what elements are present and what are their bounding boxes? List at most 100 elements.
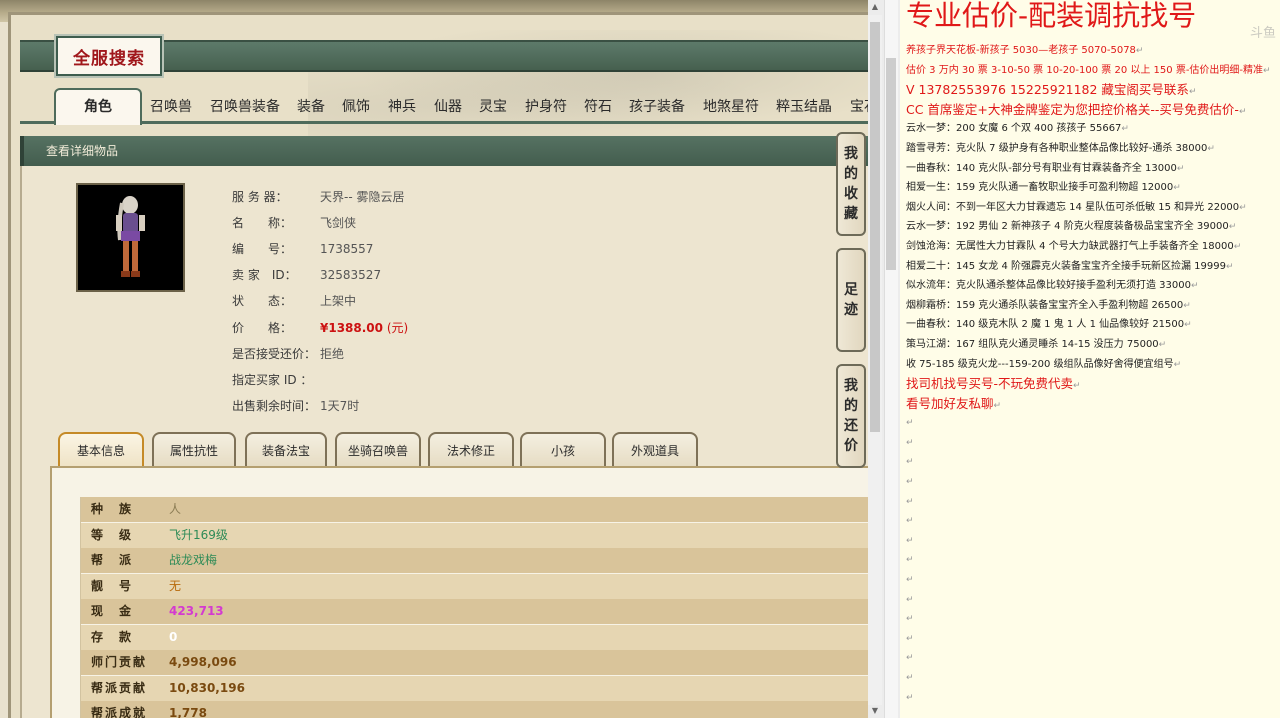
doc-line-text: 似水流年：克火队通杀整体品像比较好接手盈利无须打造 33000 xyxy=(906,280,1191,292)
stat-value: 无 xyxy=(169,578,182,593)
doc-line-text: 估价 3 万内 30 票 3-10-50 票 10-20-100 票 20 以上… xyxy=(906,64,1264,76)
stat-value: 10,830,196 xyxy=(169,680,245,695)
stat-label: 帮 派 xyxy=(91,553,134,567)
subtab-2[interactable]: 装备法宝 xyxy=(245,432,327,466)
info-label: 指定买家 ID ： xyxy=(232,373,313,387)
info-row: 出售剩余时间： 1天7时 xyxy=(232,397,359,415)
tab-0[interactable]: 角色 xyxy=(54,88,142,125)
category-tabs: 角色召唤兽召唤兽装备装备佩饰神兵仙器灵宝护身符符石孩子装备地煞星符粹玉结晶宝石 xyxy=(20,88,868,125)
doc-line: 剑蚀沧海：无属性大力甘霖队 4 个号大力缺武器打气上手装备齐全 18000↵ xyxy=(906,237,1280,257)
tab-10[interactable]: 孩子装备 xyxy=(629,90,685,124)
paragraph-mark-icon: ↵ xyxy=(906,692,914,703)
scroll-up-icon[interactable]: ▲ xyxy=(868,0,882,14)
doc-title: 专业估价-配装调抗找号 xyxy=(906,0,1197,32)
tab-5[interactable]: 神兵 xyxy=(388,90,416,124)
subtab-0[interactable]: 基本信息 xyxy=(58,432,144,466)
paragraph-mark-icon: ↵ xyxy=(1073,381,1081,392)
stat-value: 1,778 xyxy=(169,706,207,718)
paragraph-mark-icon: ↵ xyxy=(906,496,914,507)
character-figure-icon xyxy=(78,185,183,290)
tab-8[interactable]: 护身符 xyxy=(525,90,567,124)
paragraph-mark-icon: ↵ xyxy=(906,555,914,566)
side-button-2[interactable]: 我的还价 xyxy=(836,364,866,468)
stat-label: 帮派贡献 xyxy=(91,680,148,695)
paragraph-mark-icon: ↵ xyxy=(1176,163,1185,174)
doc-line-text: V 13782553976 15225921182 藏宝阁买号联系 xyxy=(906,82,1189,98)
paragraph-mark-icon: ↵ xyxy=(906,633,914,644)
doc-line-text: 相爱一生：159 克火队通一畜牧职业接手可盈利物超 12000 xyxy=(906,182,1174,194)
tab-7[interactable]: 灵宝 xyxy=(479,90,507,124)
info-value: 1天7时 xyxy=(320,399,360,413)
tab-2[interactable]: 召唤兽装备 xyxy=(210,90,280,124)
stat-row: 靓 号无 xyxy=(81,573,868,599)
doc-empty-line: ↵ xyxy=(906,531,1280,551)
editor-scrollbar-thumb[interactable] xyxy=(886,58,896,270)
stat-label: 帮派成就 xyxy=(91,706,148,718)
stat-row: 帮 派 战龙戏梅 xyxy=(81,548,868,573)
page-scrollbar-thumb[interactable] xyxy=(870,22,880,432)
global-search-logo[interactable]: 全服搜索 xyxy=(54,34,164,78)
scrollbar-strip: ▲ ▼ xyxy=(868,0,900,718)
info-row: 卖 家 ID： 32583527 xyxy=(232,266,381,284)
subtab-3[interactable]: 坐骑召唤兽 xyxy=(335,432,421,466)
tab-3[interactable]: 装备 xyxy=(297,90,325,124)
detail-header: 查看详细物品 xyxy=(20,136,868,166)
notes-document[interactable]: 专业估价-配装调抗找号 斗鱼 养孩子界天花板-新孩子 5030—老孩子 5070… xyxy=(900,0,1280,718)
paragraph-mark-icon: ↵ xyxy=(1228,222,1237,233)
info-value: 1738557 xyxy=(320,242,374,256)
doc-line: 烟柳霜桥：159 克火通杀队装备宝宝齐全入手盈利物超 26500↵ xyxy=(906,296,1280,316)
subtab-6[interactable]: 外观道具 xyxy=(612,432,698,466)
doc-line-text: 一曲春秋：140 级克木队 2 魔 1 鬼 1 人 1 仙品像较好 21500 xyxy=(906,319,1185,331)
doc-empty-line: ↵ xyxy=(906,413,1280,433)
side-button-1[interactable]: 足迹 xyxy=(836,248,866,352)
info-value: 天界-- 雾隐云居 xyxy=(320,190,405,204)
doc-line: 一曲春秋：140 克火队-部分号有职业有甘霖装备齐全 13000↵ xyxy=(906,159,1280,179)
info-row: 服 务 器： 天界-- 雾隐云居 xyxy=(232,188,404,206)
info-label: 是否接受还价： xyxy=(232,347,317,361)
doc-line: 似水流年：克火队通杀整体品像比较好接手盈利无须打造 33000↵ xyxy=(906,276,1280,296)
doc-line-text: CC 首席鉴定+大神金牌鉴定为您把控价格关--买号免费估价- xyxy=(906,101,1239,117)
paragraph-mark-icon: ↵ xyxy=(1183,300,1191,311)
subtab-5[interactable]: 小孩 xyxy=(520,432,606,466)
paragraph-mark-icon: ↵ xyxy=(906,516,914,527)
paragraph-mark-icon: ↵ xyxy=(1239,202,1247,213)
doc-line-text: 相爱二十：145 女龙 4 阶强霹克火装备宝宝齐全接手玩新区捡漏 19999 xyxy=(906,260,1226,272)
doc-empty-line: ↵ xyxy=(906,472,1280,492)
tab-13[interactable]: 宝石 xyxy=(850,90,868,124)
stream-watermark: 斗鱼 xyxy=(1249,26,1276,41)
scroll-down-icon[interactable]: ▼ xyxy=(868,704,882,718)
doc-line-text: 收 75-185 级克火龙---159-200 级组队品像好舍得便宜组号 xyxy=(906,358,1174,370)
stat-row: 帮派成就 1,778 xyxy=(81,701,868,718)
stat-row: 帮派贡献 10,830,196 xyxy=(81,675,868,701)
paragraph-mark-icon: ↵ xyxy=(1191,281,1199,292)
tab-6[interactable]: 仙器 xyxy=(434,90,462,124)
info-row: 编 号： 1738557 xyxy=(232,240,373,258)
tab-9[interactable]: 符石 xyxy=(584,90,612,124)
info-row: 状 态： 上架中 xyxy=(232,292,356,310)
info-value: 32583527 xyxy=(320,268,382,282)
doc-line: 找司机找号买号-不玩免费代卖↵ xyxy=(906,374,1280,394)
doc-line-text: 看号加好友私聊 xyxy=(906,395,994,411)
side-button-0[interactable]: 我的收藏 xyxy=(836,132,866,236)
subtab-1[interactable]: 属性抗性 xyxy=(152,432,236,466)
stat-value: 人 xyxy=(169,502,182,516)
paragraph-mark-icon: ↵ xyxy=(906,575,914,586)
paragraph-mark-icon: ↵ xyxy=(1184,320,1192,331)
tab-11[interactable]: 地煞星符 xyxy=(703,90,759,124)
tab-1[interactable]: 召唤兽 xyxy=(150,90,192,124)
doc-line: V 13782553976 15225921182 藏宝阁买号联系↵ xyxy=(906,80,1280,100)
stat-row: 师门贡献 4,998,096 xyxy=(81,650,868,675)
doc-line-text: 烟柳霜桥：159 克火通杀队装备宝宝齐全入手盈利物超 26500 xyxy=(906,299,1184,311)
subtab-4[interactable]: 法术修正 xyxy=(428,432,514,466)
doc-empty-line: ↵ xyxy=(906,570,1280,590)
info-row: 指定买家 ID ： xyxy=(232,371,320,389)
info-label: 服 务 器： xyxy=(232,190,288,204)
doc-line: 养孩子界天花板-新孩子 5030—老孩子 5070-5078↵ xyxy=(906,41,1280,61)
global-search-logo-text: 全服搜索 xyxy=(73,48,145,69)
doc-line: 相爱一生：159 克火队通一畜牧职业接手可盈利物超 12000↵ xyxy=(906,178,1280,198)
doc-line-text: 策马江湖：167 组队克火通灵睡杀 14-15 没压力 75000 xyxy=(906,338,1159,350)
paragraph-mark-icon: ↵ xyxy=(1188,87,1197,98)
tab-4[interactable]: 佩饰 xyxy=(342,90,370,124)
tab-12[interactable]: 粹玉结晶 xyxy=(776,90,832,124)
paragraph-mark-icon: ↵ xyxy=(1158,339,1167,350)
